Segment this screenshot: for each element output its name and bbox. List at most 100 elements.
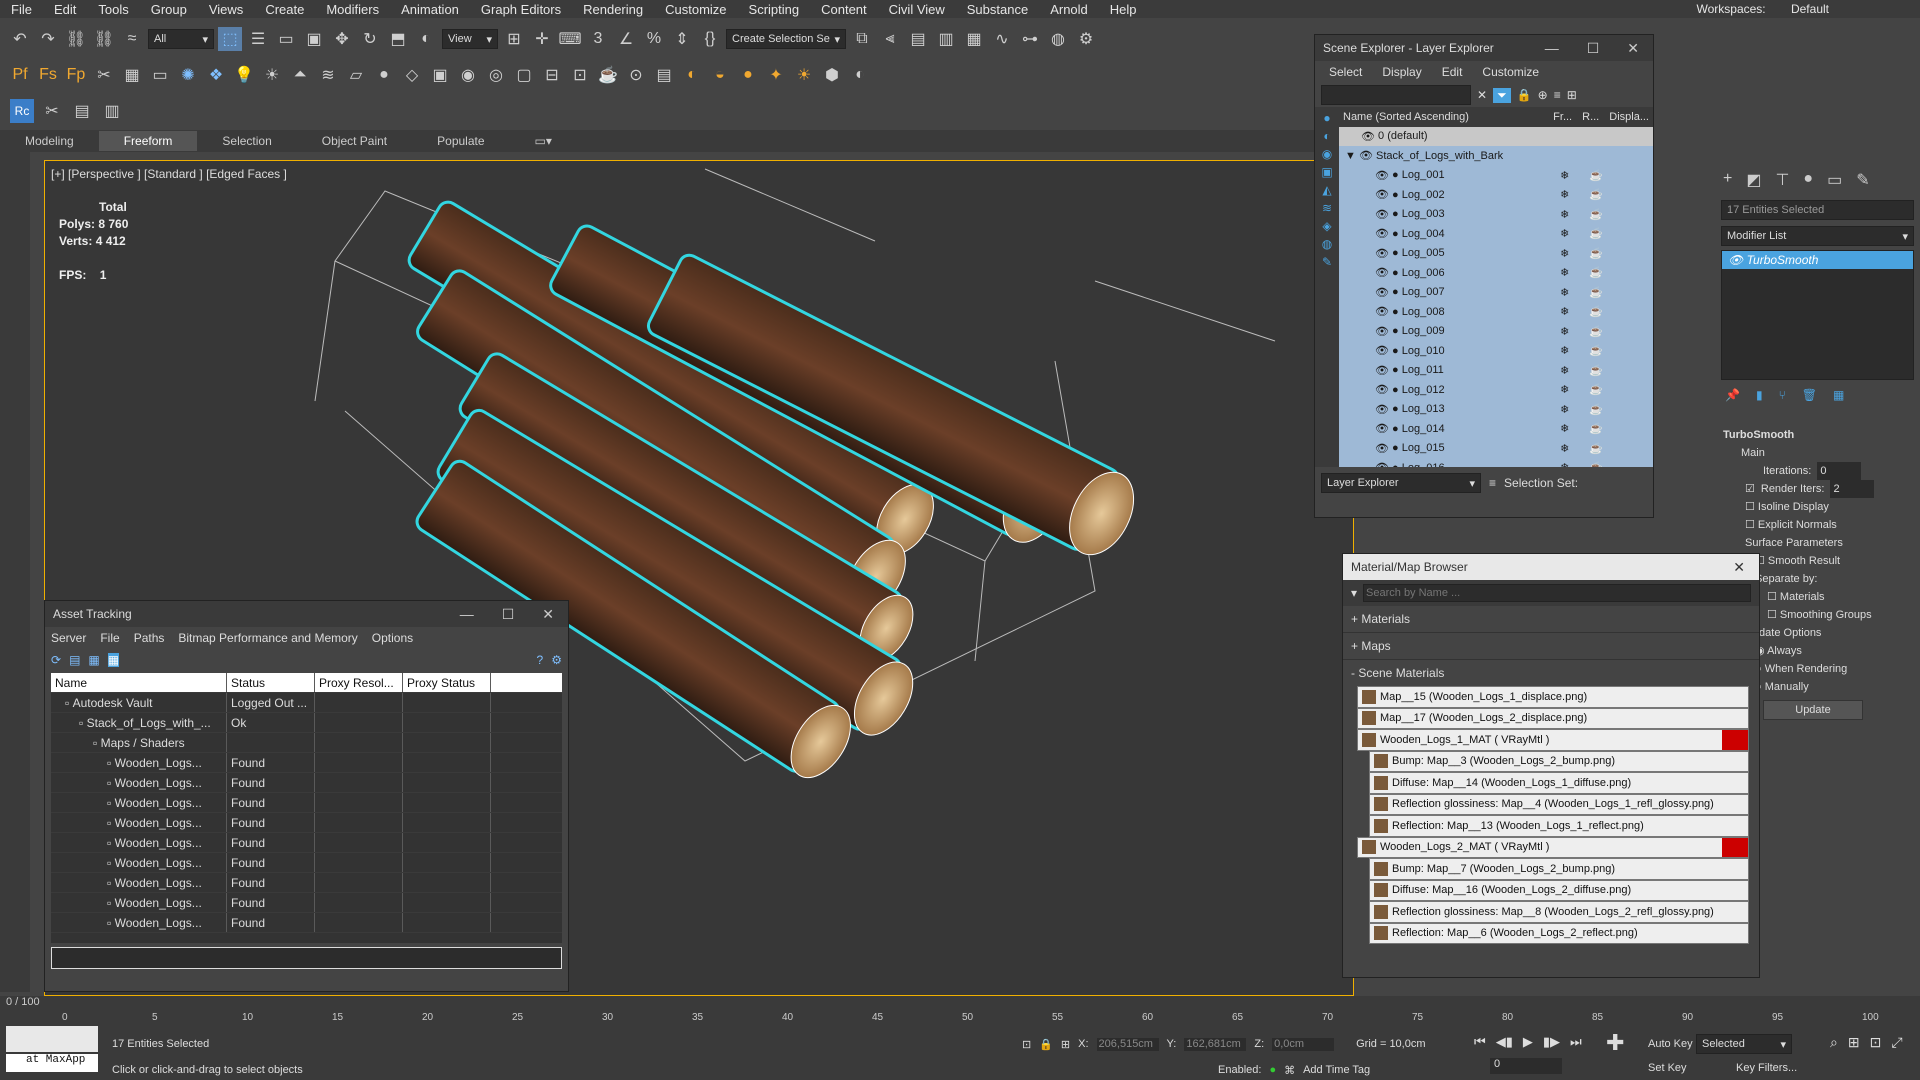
snaps-toggle-icon[interactable]: 3 bbox=[586, 27, 610, 51]
material-editor-icon[interactable]: ◍ bbox=[1046, 27, 1070, 51]
object-row[interactable]: 👁 ● Log_006 ❄☕ bbox=[1339, 263, 1653, 283]
vray-ies-icon[interactable]: ⏶ bbox=[288, 63, 312, 87]
visibility-eye-icon[interactable]: 👁 bbox=[1375, 286, 1389, 299]
material-browser-titlebar[interactable]: Material/Map Browser ✕ bbox=[1343, 554, 1759, 580]
menu-substance[interactable]: Substance bbox=[956, 2, 1039, 17]
hierarchy-tab-icon[interactable]: ⊤ bbox=[1775, 170, 1789, 190]
display-bones-icon[interactable]: ✎ bbox=[1322, 255, 1332, 269]
display-shapes-icon[interactable]: ◐ bbox=[1323, 129, 1330, 143]
rc-icon[interactable]: Rc bbox=[10, 99, 34, 123]
display-cameras-icon[interactable]: ▣ bbox=[1321, 165, 1332, 179]
visibility-eye-icon[interactable]: 👁 bbox=[1375, 383, 1389, 396]
minimize-icon[interactable]: — bbox=[460, 606, 474, 623]
placement-icon[interactable]: ◐ bbox=[414, 27, 438, 51]
visibility-eye-icon[interactable]: 👁 bbox=[1359, 149, 1373, 162]
workspace-selector[interactable]: Workspaces: Default bbox=[1685, 2, 1840, 16]
render-iters-spinner[interactable]: 2 bbox=[1830, 480, 1875, 498]
menu-rendering[interactable]: Rendering bbox=[572, 2, 654, 17]
z-field[interactable]: 0,0cm bbox=[1272, 1038, 1335, 1051]
vray-render-icon[interactable]: ◉ bbox=[456, 63, 480, 87]
maxscript-listener-top[interactable] bbox=[6, 1026, 98, 1052]
col-proxy-resolution[interactable]: Proxy Resol... bbox=[315, 673, 403, 692]
menu-select[interactable]: Select bbox=[1329, 65, 1362, 79]
vray-light-icon[interactable]: 💡 bbox=[232, 63, 256, 87]
vray-sun-icon[interactable]: ☀ bbox=[260, 63, 284, 87]
close-icon[interactable]: ✕ bbox=[542, 606, 554, 623]
maximize-icon[interactable]: ☐ bbox=[502, 606, 515, 623]
selection-name-field[interactable]: 17 Entities Selected bbox=[1721, 200, 1914, 220]
col-frozen-header[interactable]: Fr... bbox=[1553, 111, 1572, 123]
list-view-icon[interactable]: ▤ bbox=[69, 653, 80, 667]
go-to-end-icon[interactable]: ⏭ bbox=[1570, 1034, 1582, 1050]
visibility-eye-icon[interactable]: 👁 bbox=[1375, 461, 1389, 467]
object-row[interactable]: 👁 ● Log_008 ❄☕ bbox=[1339, 302, 1653, 322]
visibility-eye-icon[interactable]: 👁 bbox=[1375, 208, 1389, 221]
cube-icon[interactable]: ⬢ bbox=[820, 63, 844, 87]
object-row[interactable]: 👁 ● Log_014 ❄☕ bbox=[1339, 419, 1653, 439]
close-icon[interactable]: ✕ bbox=[1627, 40, 1639, 57]
asset-row[interactable]: ▫ Wooden_Logs... Found bbox=[51, 813, 562, 833]
object-row[interactable]: 👁 ● Log_016 ❄☕ bbox=[1339, 458, 1653, 467]
fs-icon[interactable]: Fs bbox=[36, 63, 60, 87]
menu-customize[interactable]: Customize bbox=[654, 2, 737, 17]
display-warps-icon[interactable]: ≋ bbox=[1322, 201, 1332, 215]
menu-civil-view[interactable]: Civil View bbox=[878, 2, 956, 17]
menu-server[interactable]: Server bbox=[51, 631, 86, 645]
menu-display[interactable]: Display bbox=[1382, 65, 1421, 79]
menu-views[interactable]: Views bbox=[198, 2, 254, 17]
sheet-icon[interactable]: ▥ bbox=[100, 99, 124, 123]
ribbon-options-icon[interactable]: ▭▾ bbox=[510, 134, 577, 148]
map-item[interactable]: Map__15 (Wooden_Logs_1_displace.png) bbox=[1357, 686, 1749, 708]
wrench-icon[interactable]: ✂ bbox=[40, 99, 64, 123]
asset-row[interactable]: ▫ Wooden_Logs... Found bbox=[51, 773, 562, 793]
x-field[interactable]: 206,515cm bbox=[1096, 1038, 1159, 1051]
set-key-button[interactable]: Set Key bbox=[1648, 1062, 1687, 1074]
vray-fur-icon[interactable]: ≋ bbox=[316, 63, 340, 87]
edit-named-selection-icon[interactable]: {} bbox=[698, 27, 722, 51]
search-options-icon[interactable]: ▾ bbox=[1351, 586, 1357, 600]
expand-arrow-icon[interactable]: ▼ bbox=[1345, 150, 1356, 162]
remove-modifier-icon[interactable]: 🗑 bbox=[1802, 388, 1817, 402]
make-unique-icon[interactable]: ⑂ bbox=[1779, 388, 1786, 402]
col-name[interactable]: Name bbox=[51, 673, 227, 692]
asset-tracking-titlebar[interactable]: Asset Tracking — ☐ ✕ bbox=[45, 601, 568, 627]
asset-row[interactable]: ▫ Autodesk Vault Logged Out ... bbox=[51, 693, 562, 713]
visibility-eye-icon[interactable]: 👁 bbox=[1375, 325, 1389, 338]
object-row[interactable]: 👁 ● Log_015 ❄☕ bbox=[1339, 438, 1653, 458]
asset-row[interactable]: ▫ Maps / Shaders bbox=[51, 733, 562, 753]
maximize-icon[interactable]: ☐ bbox=[1587, 40, 1600, 57]
rotate-icon[interactable]: ↻ bbox=[358, 27, 382, 51]
object-row[interactable]: 👁 ● Log_003 ❄☕ bbox=[1339, 204, 1653, 224]
next-frame-icon[interactable]: ▮▶ bbox=[1543, 1034, 1560, 1050]
modify-tab-icon[interactable]: ◩ bbox=[1746, 170, 1761, 190]
object-row[interactable]: 👁 ● Log_001 ❄☕ bbox=[1339, 165, 1653, 185]
visibility-eye-icon[interactable]: 👁 bbox=[1375, 364, 1389, 377]
tab-freeform[interactable]: Freeform bbox=[98, 131, 198, 151]
render-iters-checkbox[interactable]: ☑ bbox=[1745, 480, 1755, 498]
table-view-icon[interactable]: ▦ bbox=[107, 653, 120, 667]
go-to-start-icon[interactable]: ⏮ bbox=[1474, 1034, 1486, 1050]
window-crossing-icon[interactable]: ▣ bbox=[302, 27, 326, 51]
motion-tab-icon[interactable]: ● bbox=[1803, 170, 1813, 190]
object-row[interactable]: 👁 ● Log_002 ❄☕ bbox=[1339, 185, 1653, 205]
asset-row[interactable]: ▫ Wooden_Logs... Found bbox=[51, 793, 562, 813]
y-field[interactable]: 162,681cm bbox=[1184, 1038, 1247, 1051]
map-item[interactable]: Bump: Map__7 (Wooden_Logs_2_bump.png) bbox=[1369, 858, 1749, 880]
menu-customize[interactable]: Customize bbox=[1482, 65, 1539, 79]
globe-icon[interactable]: ◐ bbox=[848, 63, 872, 87]
asset-path-field[interactable] bbox=[51, 947, 562, 969]
vray-ipr-icon[interactable]: ◎ bbox=[484, 63, 508, 87]
map-item[interactable]: Diffuse: Map__14 (Wooden_Logs_1_diffuse.… bbox=[1369, 772, 1749, 794]
iterations-spinner[interactable]: 0 bbox=[1817, 462, 1862, 480]
render-frame-icon[interactable]: ⊙ bbox=[624, 63, 648, 87]
panel-icon[interactable]: ▭ bbox=[148, 63, 172, 87]
tab-modeling[interactable]: Modeling bbox=[0, 134, 99, 148]
filter-icon[interactable]: ⏷ bbox=[1493, 87, 1511, 103]
vray-proxy-icon[interactable]: ❖ bbox=[204, 63, 228, 87]
tools-icon[interactable]: ✂ bbox=[92, 63, 116, 87]
scale-icon[interactable]: ⬒ bbox=[386, 27, 410, 51]
absolute-mode-icon[interactable]: ⊞ bbox=[1061, 1038, 1070, 1051]
prev-frame-icon[interactable]: ◀▮ bbox=[1496, 1034, 1513, 1050]
display-tab-icon[interactable]: ▭ bbox=[1827, 170, 1842, 190]
selection-filter-dropdown[interactable]: All ▾ bbox=[148, 29, 214, 49]
